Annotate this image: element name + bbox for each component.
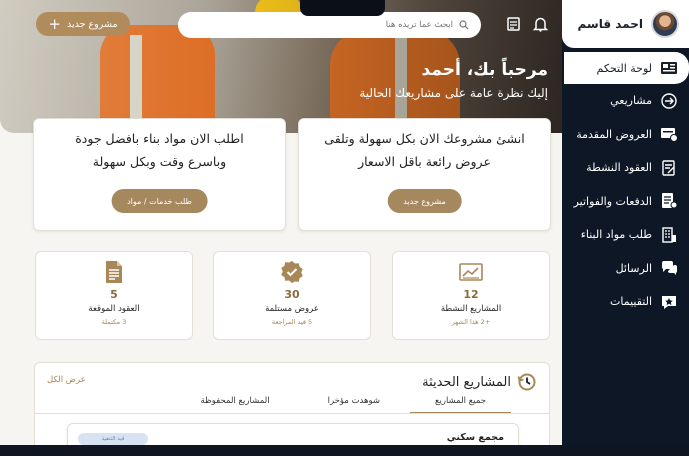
sidebar-nav: لوحة التحكم مشاريعي العروض المقدمة العقو… (562, 52, 689, 319)
sidebar-item-dashboard[interactable]: لوحة التحكم (564, 52, 689, 84)
contract-icon (659, 159, 679, 177)
promo-text: اطلب الان مواد بناء بافضل جودة وباسرع وق… (75, 131, 244, 169)
chat-icon (659, 259, 679, 277)
sidebar-item-label: الرسائل (615, 261, 652, 275)
sidebar-item-label: لوحة التحكم (596, 61, 652, 75)
tab-all-projects[interactable]: جميع المشاريع (410, 393, 511, 414)
promo-new-project-button[interactable]: مشروع جديد (387, 189, 462, 213)
chart-icon (459, 260, 483, 284)
sidebar-item-label: طلب مواد البناء (580, 228, 652, 242)
search-icon (459, 20, 469, 30)
check-badge-icon (280, 260, 304, 284)
document-icon (102, 260, 126, 284)
new-project-label: مشروع جديد (67, 18, 118, 30)
offers-icon (659, 125, 679, 143)
sidebar-item-label: العروض المقدمة (576, 127, 652, 141)
project-card[interactable]: مجمع سكني قيد التنفيذ (67, 423, 519, 445)
promo-card-new-project: انشئ مشروعك الان بكل سهولة وتلقى عروض را… (298, 118, 551, 231)
tab-saved-projects[interactable]: المشاريع المحفوظة (172, 393, 297, 414)
stat-subtext: 5 قيد المراجعة (271, 318, 313, 326)
sidebar: احمد قاسم لوحة التحكم مشاريعي العروض الم… (562, 0, 689, 445)
sidebar-item-offers[interactable]: العروض المقدمة (562, 118, 689, 152)
sidebar-item-label: التقييمات (610, 295, 652, 309)
app-window: احمد قاسم لوحة التحكم مشاريعي العروض الم… (0, 0, 689, 445)
stat-subtext: 3 مكتملة (101, 318, 127, 326)
main-content: مشروع جديد + مرحباً بك، أحمد إليك نظرة ع… (0, 0, 562, 445)
notes-icon[interactable] (504, 14, 524, 34)
sidebar-item-ratings[interactable]: التقييمات (562, 285, 689, 319)
recent-projects-header: المشاريع الحديثة (422, 372, 537, 392)
sidebar-item-projects[interactable]: مشاريعي (562, 84, 689, 118)
status-badge: قيد التنفيذ (78, 433, 148, 445)
sidebar-item-label: مشاريعي (610, 94, 652, 108)
tabs-divider (35, 413, 549, 414)
promo-text: انشئ مشروعك الان بكل سهولة وتلقى عروض را… (324, 131, 525, 169)
bottom-bezel (0, 445, 689, 456)
plus-icon: + (48, 14, 61, 33)
tab-recently-viewed[interactable]: شوهدت مؤخرا (298, 393, 410, 414)
stat-card-offers[interactable]: 30 عروض مستلمة 5 قيد المراجعة (213, 251, 371, 340)
welcome-subtitle: إليك نظرة عامة على مشاريعك الحالية (359, 86, 548, 100)
sidebar-item-materials[interactable]: طلب مواد البناء (562, 218, 689, 252)
projects-icon (659, 92, 679, 110)
stat-value: 30 (284, 288, 300, 301)
user-avatar[interactable] (651, 10, 679, 38)
hero-banner: مشروع جديد + مرحباً بك، أحمد إليك نظرة ع… (0, 0, 562, 133)
history-icon (517, 373, 536, 391)
sidebar-item-label: العقود النشطة (586, 161, 652, 175)
sidebar-item-contracts[interactable]: العقود النشطة (562, 151, 689, 185)
stat-label: المشاريع النشطة (440, 304, 502, 314)
project-name: مجمع سكني (446, 432, 504, 443)
recent-projects-panel: المشاريع الحديثة عرض الكل جميع المشاريع … (34, 362, 550, 445)
stat-card-contracts[interactable]: 5 العقود الموقعة 3 مكتملة (35, 251, 193, 340)
promo-materials-button[interactable]: طلب خدمات / مواد (111, 189, 208, 213)
sidebar-item-label: الدفعات والفواتير (573, 194, 652, 208)
stat-label: العقود الموقعة (88, 304, 140, 314)
dashboard-icon (659, 59, 679, 77)
promo-card-materials: اطلب الان مواد بناء بافضل جودة وباسرع وق… (33, 118, 286, 231)
project-tabs: جميع المشاريع شوهدت مؤخرا المشاريع المحف… (172, 393, 511, 414)
view-all-link[interactable]: عرض الكل (47, 375, 86, 385)
rating-icon (659, 293, 679, 311)
user-profile[interactable]: احمد قاسم (562, 0, 689, 48)
stat-card-active-projects[interactable]: 12 المشاريع النشطة +2 هذا الشهر (392, 251, 550, 340)
stat-value: 5 (110, 288, 118, 301)
search-input[interactable] (193, 20, 453, 30)
stat-label: عروض مستلمة (265, 304, 319, 314)
welcome-title: مرحباً بك، أحمد (421, 60, 548, 80)
building-icon (659, 226, 679, 244)
stat-subtext: +2 هذا الشهر (451, 318, 491, 326)
stat-value: 12 (463, 288, 479, 301)
sidebar-item-invoices[interactable]: الدفعات والفواتير (562, 185, 689, 219)
recent-projects-title: المشاريع الحديثة (422, 374, 511, 390)
user-name: احمد قاسم (577, 17, 644, 31)
new-project-button[interactable]: مشروع جديد + (36, 12, 130, 36)
welcome-block: مرحباً بك، أحمد إليك نظرة عامة على مشاري… (359, 60, 548, 100)
invoice-icon (659, 192, 679, 210)
sidebar-item-messages[interactable]: الرسائل (562, 252, 689, 286)
bell-icon[interactable] (530, 14, 550, 34)
camera-notch (300, 0, 385, 16)
